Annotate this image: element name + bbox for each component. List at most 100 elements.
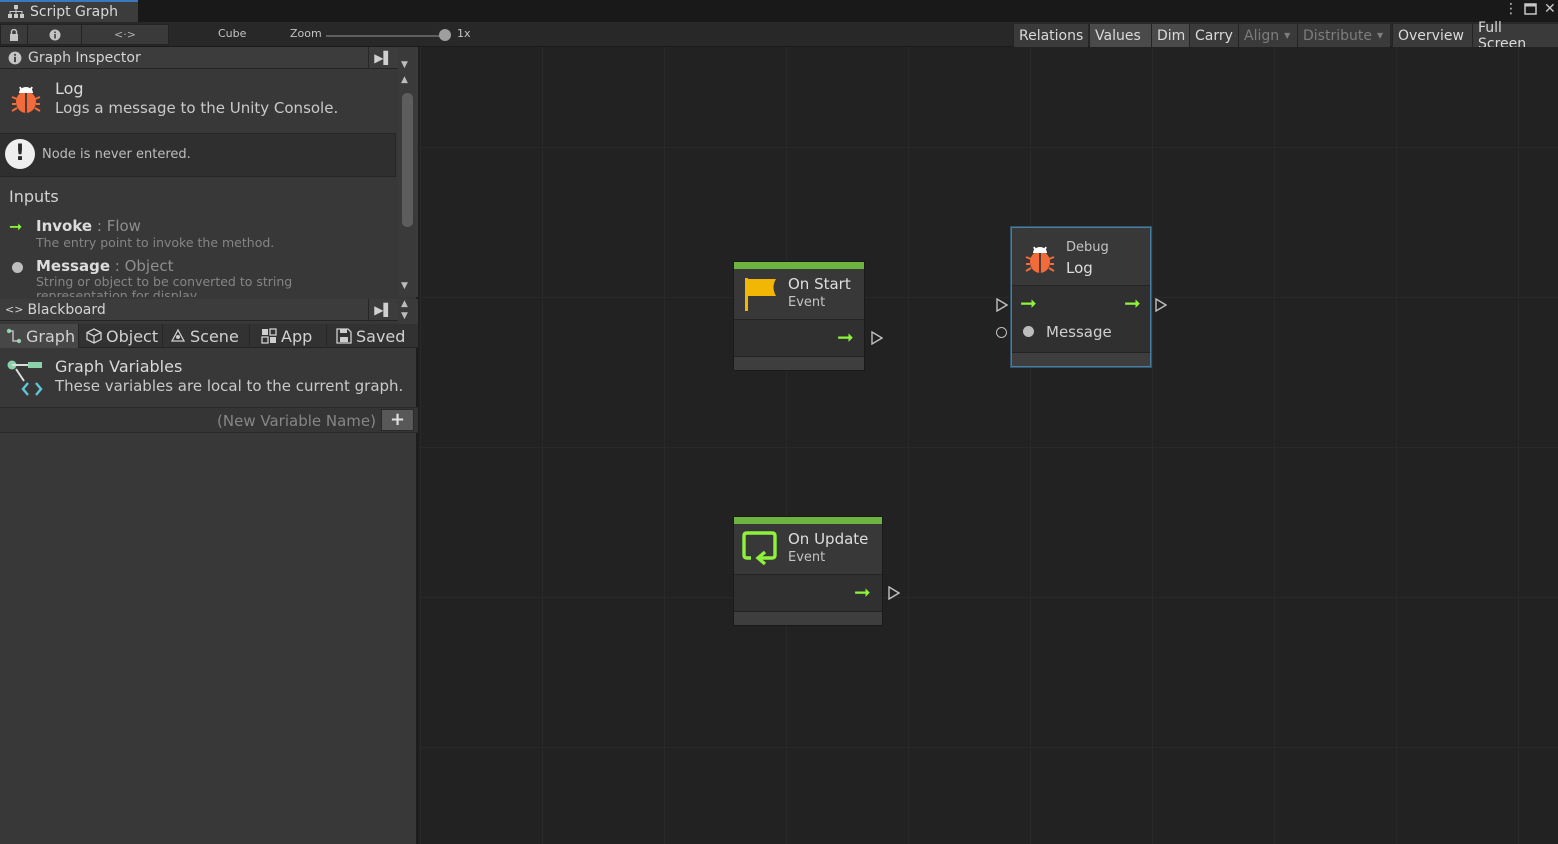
node-accent-bar — [734, 262, 864, 269]
values-button[interactable]: Values — [1089, 24, 1151, 47]
scroll-up-icon[interactable]: ▲ — [401, 299, 408, 309]
maximize-icon[interactable] — [1524, 1, 1537, 20]
flow-output-icon[interactable]: ➞ — [1124, 291, 1141, 315]
scroll-up-icon[interactable]: ▲ — [401, 75, 408, 85]
node-footer — [1012, 352, 1150, 366]
node-footer — [734, 356, 864, 370]
node-title: On Update — [788, 530, 869, 548]
dim-button[interactable]: Dim — [1151, 24, 1189, 47]
relations-button[interactable]: Relations — [1013, 24, 1088, 47]
node-subtitle: Event — [788, 295, 826, 310]
chevron-down-icon: ▼ — [1376, 31, 1384, 40]
graph-variables-title: Graph Variables — [55, 357, 183, 376]
port-invoke-description: The entry point to invoke the method. — [36, 235, 275, 250]
value-port-icon — [12, 262, 23, 273]
title-bar: Script Graph ⋮ ✕ — [0, 0, 1558, 22]
inputs-heading: Inputs — [9, 187, 59, 206]
debug-log-node[interactable]: Debug Log ➞ ➞ Message — [1011, 227, 1151, 367]
zoom-label: Zoom — [290, 27, 322, 40]
graph-toolbar: <·> Cube Zoom 1x Relations Values Dim Ca… — [0, 20, 1558, 63]
zoom-slider-handle[interactable] — [439, 29, 451, 41]
flow-input-icon[interactable]: ➞ — [1020, 291, 1037, 315]
bug-icon — [1022, 241, 1058, 281]
breadcrumb-target[interactable]: Cube — [218, 27, 246, 40]
scroll-down-icon[interactable]: ▼ — [401, 60, 408, 70]
node-title: Log — [1066, 259, 1093, 277]
blackboard-header: <> Blackboard ▶▌ — [0, 299, 398, 321]
graph-inspector-title: Graph Inspector — [28, 49, 141, 66]
lock-button[interactable] — [0, 24, 28, 45]
chevron-down-icon: ▼ — [1284, 31, 1291, 40]
new-variable-row: (New Variable Name) + — [0, 407, 418, 433]
tab-graph[interactable]: Graph — [0, 324, 79, 348]
new-variable-name-input[interactable]: (New Variable Name) — [217, 412, 376, 430]
graph-canvas[interactable]: On Start Event ➞ On Update Event ➞ Debug… — [420, 47, 1558, 844]
blackboard-scrollbar[interactable]: ▲ ▼ — [398, 299, 418, 324]
overview-button[interactable]: Overview — [1392, 24, 1472, 47]
info-icon — [8, 51, 22, 64]
info-icon — [49, 29, 60, 40]
hierarchy-icon — [8, 5, 24, 18]
graph-variables-description: These variables are local to the current… — [55, 377, 404, 395]
save-icon — [336, 328, 352, 344]
inspector-node-description: Logs a message to the Unity Console. — [55, 99, 339, 117]
on-start-node[interactable]: On Start Event ➞ — [733, 261, 865, 371]
dock-icon: ▶▌ — [374, 303, 393, 317]
port-message-description-clip: String or object to be converted to stri… — [36, 275, 326, 297]
inspector-node-title: Log — [55, 79, 84, 98]
dock-icon: ▶▌ — [374, 51, 393, 65]
node-category: Debug — [1066, 240, 1109, 255]
more-options-icon[interactable]: ⋮ — [1504, 1, 1518, 17]
node-footer — [734, 611, 882, 625]
graph-inspector-header: Graph Inspector ▶▌ — [0, 47, 398, 69]
dock-panel-button[interactable]: ▶▌ — [368, 299, 398, 321]
window-tab[interactable]: Script Graph — [0, 0, 138, 22]
value-input-icon[interactable] — [1023, 326, 1034, 337]
tab-saved[interactable]: Saved — [330, 324, 418, 348]
inspector-scrollbar[interactable]: ▼ ▲ ▼ — [398, 47, 418, 297]
code-brackets-icon: <> — [5, 303, 24, 316]
graph-icon — [6, 328, 22, 344]
port-message-description: String or object to be converted to stri… — [36, 275, 293, 297]
flow-output-icon[interactable]: ➞ — [837, 325, 854, 349]
blackboard-title: Blackboard — [27, 301, 106, 318]
tab-scene[interactable]: Scene — [164, 324, 250, 348]
cube-icon — [86, 328, 102, 344]
flag-icon — [744, 276, 778, 316]
warning-box: ! Node is never entered. — [0, 133, 396, 177]
scroll-down-icon[interactable]: ▼ — [401, 311, 408, 321]
flow-output-icon[interactable]: ➞ — [854, 580, 871, 604]
zoom-value: 1x — [457, 27, 471, 40]
port-invoke: Invoke : Flow — [36, 217, 141, 235]
on-update-node[interactable]: On Update Event ➞ — [733, 516, 883, 626]
distribute-dropdown[interactable]: Distribute ▼ — [1297, 24, 1390, 47]
code-brackets-icon: <·> — [114, 28, 136, 41]
value-input-port-icon[interactable] — [996, 327, 1007, 338]
message-port-label: Message — [1046, 323, 1112, 341]
info-toggle-button[interactable] — [27, 24, 82, 45]
flow-arrow-icon: ➞ — [9, 217, 23, 236]
side-panel: Graph Inspector ▶▌ ▼ ▲ ▼ Log Logs a mess… — [0, 47, 418, 844]
zoom-slider-track[interactable] — [326, 35, 446, 37]
loop-icon — [741, 530, 779, 572]
scroll-down-icon[interactable]: ▼ — [401, 281, 408, 291]
app-icon — [261, 328, 277, 344]
dock-panel-button[interactable]: ▶▌ — [368, 47, 398, 69]
tab-object[interactable]: Object — [80, 324, 163, 348]
carry-button[interactable]: Carry — [1189, 24, 1238, 47]
port-message: Message : Object — [36, 257, 174, 275]
close-icon[interactable]: ✕ — [1544, 1, 1556, 17]
warning-text: Node is never entered. — [42, 147, 191, 162]
scene-icon — [170, 328, 186, 342]
variables-toggle-button[interactable]: <·> — [81, 24, 169, 45]
graph-variables-icon — [6, 359, 46, 403]
window-tab-label: Script Graph — [30, 4, 118, 20]
scrollbar-thumb[interactable] — [402, 93, 413, 227]
add-variable-button[interactable]: + — [381, 409, 414, 431]
node-subtitle: Event — [788, 550, 826, 565]
warning-icon: ! — [5, 139, 35, 169]
full-screen-button[interactable]: Full Screen — [1472, 20, 1558, 52]
node-accent-bar — [734, 517, 882, 524]
tab-app[interactable]: App — [255, 324, 327, 348]
align-dropdown[interactable]: Align ▼ — [1238, 24, 1297, 47]
